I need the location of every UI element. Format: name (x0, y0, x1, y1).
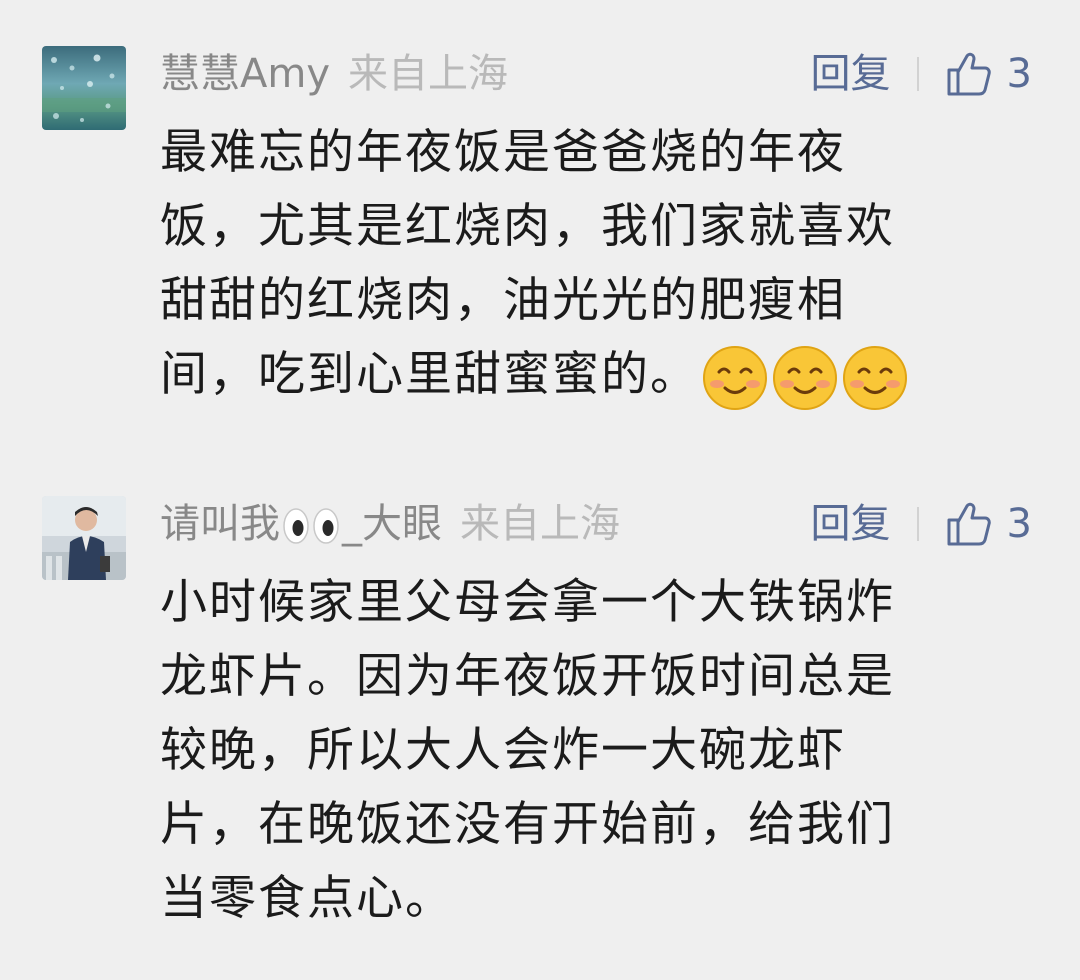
comment-text-line: 龙虾片。因为年夜饭开饭时间总是 (160, 649, 895, 704)
comment-text-line: 当零食点心。 (160, 871, 454, 926)
comment-text-line: 片，在晚饭还没有开始前，给我们 (160, 797, 895, 852)
thumbs-up-icon[interactable] (945, 500, 993, 548)
comment-text-line: 间，吃到心里甜蜜蜜的。 (160, 347, 699, 402)
comment-text-line: 甜甜的红烧肉，油光光的肥瘦相 (160, 273, 846, 328)
nickname[interactable]: 慧慧Amy (160, 51, 330, 97)
like-count: 3 (1006, 51, 1032, 97)
avatar[interactable] (42, 46, 126, 130)
origin-label: 来自上海 (348, 51, 508, 97)
comment-text-line: 饭，尤其是红烧肉，我们家就喜欢 (160, 199, 895, 254)
comment-text-line-last: 间，吃到心里甜蜜蜜的。 (160, 338, 1020, 412)
smiling-face-emoji (843, 345, 907, 410)
reply-button[interactable]: 回复 (811, 44, 891, 104)
comment-actions: 回复 3 (811, 44, 1032, 104)
avatar[interactable] (42, 496, 126, 580)
comment-text-line: 小时候家里父母会拿一个大铁锅炸 (160, 575, 895, 630)
origin-label: 来自上海 (460, 501, 620, 547)
comment-text: 小时候家里父母会拿一个大铁锅炸 龙虾片。因为年夜饭开饭时间总是 较晚，所以大人会… (160, 566, 1020, 936)
thumbs-up-icon[interactable] (945, 50, 993, 98)
comment-text: 最难忘的年夜饭是爸爸烧的年夜 饭，尤其是红烧肉，我们家就喜欢 甜甜的红烧肉，油光… (160, 116, 1020, 412)
smiling-face-emoji (773, 345, 837, 410)
comment-text-line: 最难忘的年夜饭是爸爸烧的年夜 (160, 125, 846, 180)
eyes-emoji (283, 508, 339, 544)
nickname-suffix: _大眼 (342, 501, 442, 547)
like-count: 3 (1006, 501, 1032, 547)
comment-actions: 回复 3 (811, 494, 1032, 554)
divider (916, 507, 919, 541)
nickname-prefix: 请叫我 (160, 501, 280, 547)
comment-header: 慧慧Amy 来自上海 (160, 44, 508, 104)
comment-text-line: 较晚，所以大人会炸一大碗龙虾 (160, 723, 846, 778)
nickname[interactable]: 请叫我 _大眼 (160, 501, 442, 547)
smiling-face-emoji (703, 345, 767, 410)
reply-button[interactable]: 回复 (811, 494, 891, 554)
comment-header: 请叫我 _大眼 来自上海 (160, 494, 620, 554)
divider (916, 57, 919, 91)
